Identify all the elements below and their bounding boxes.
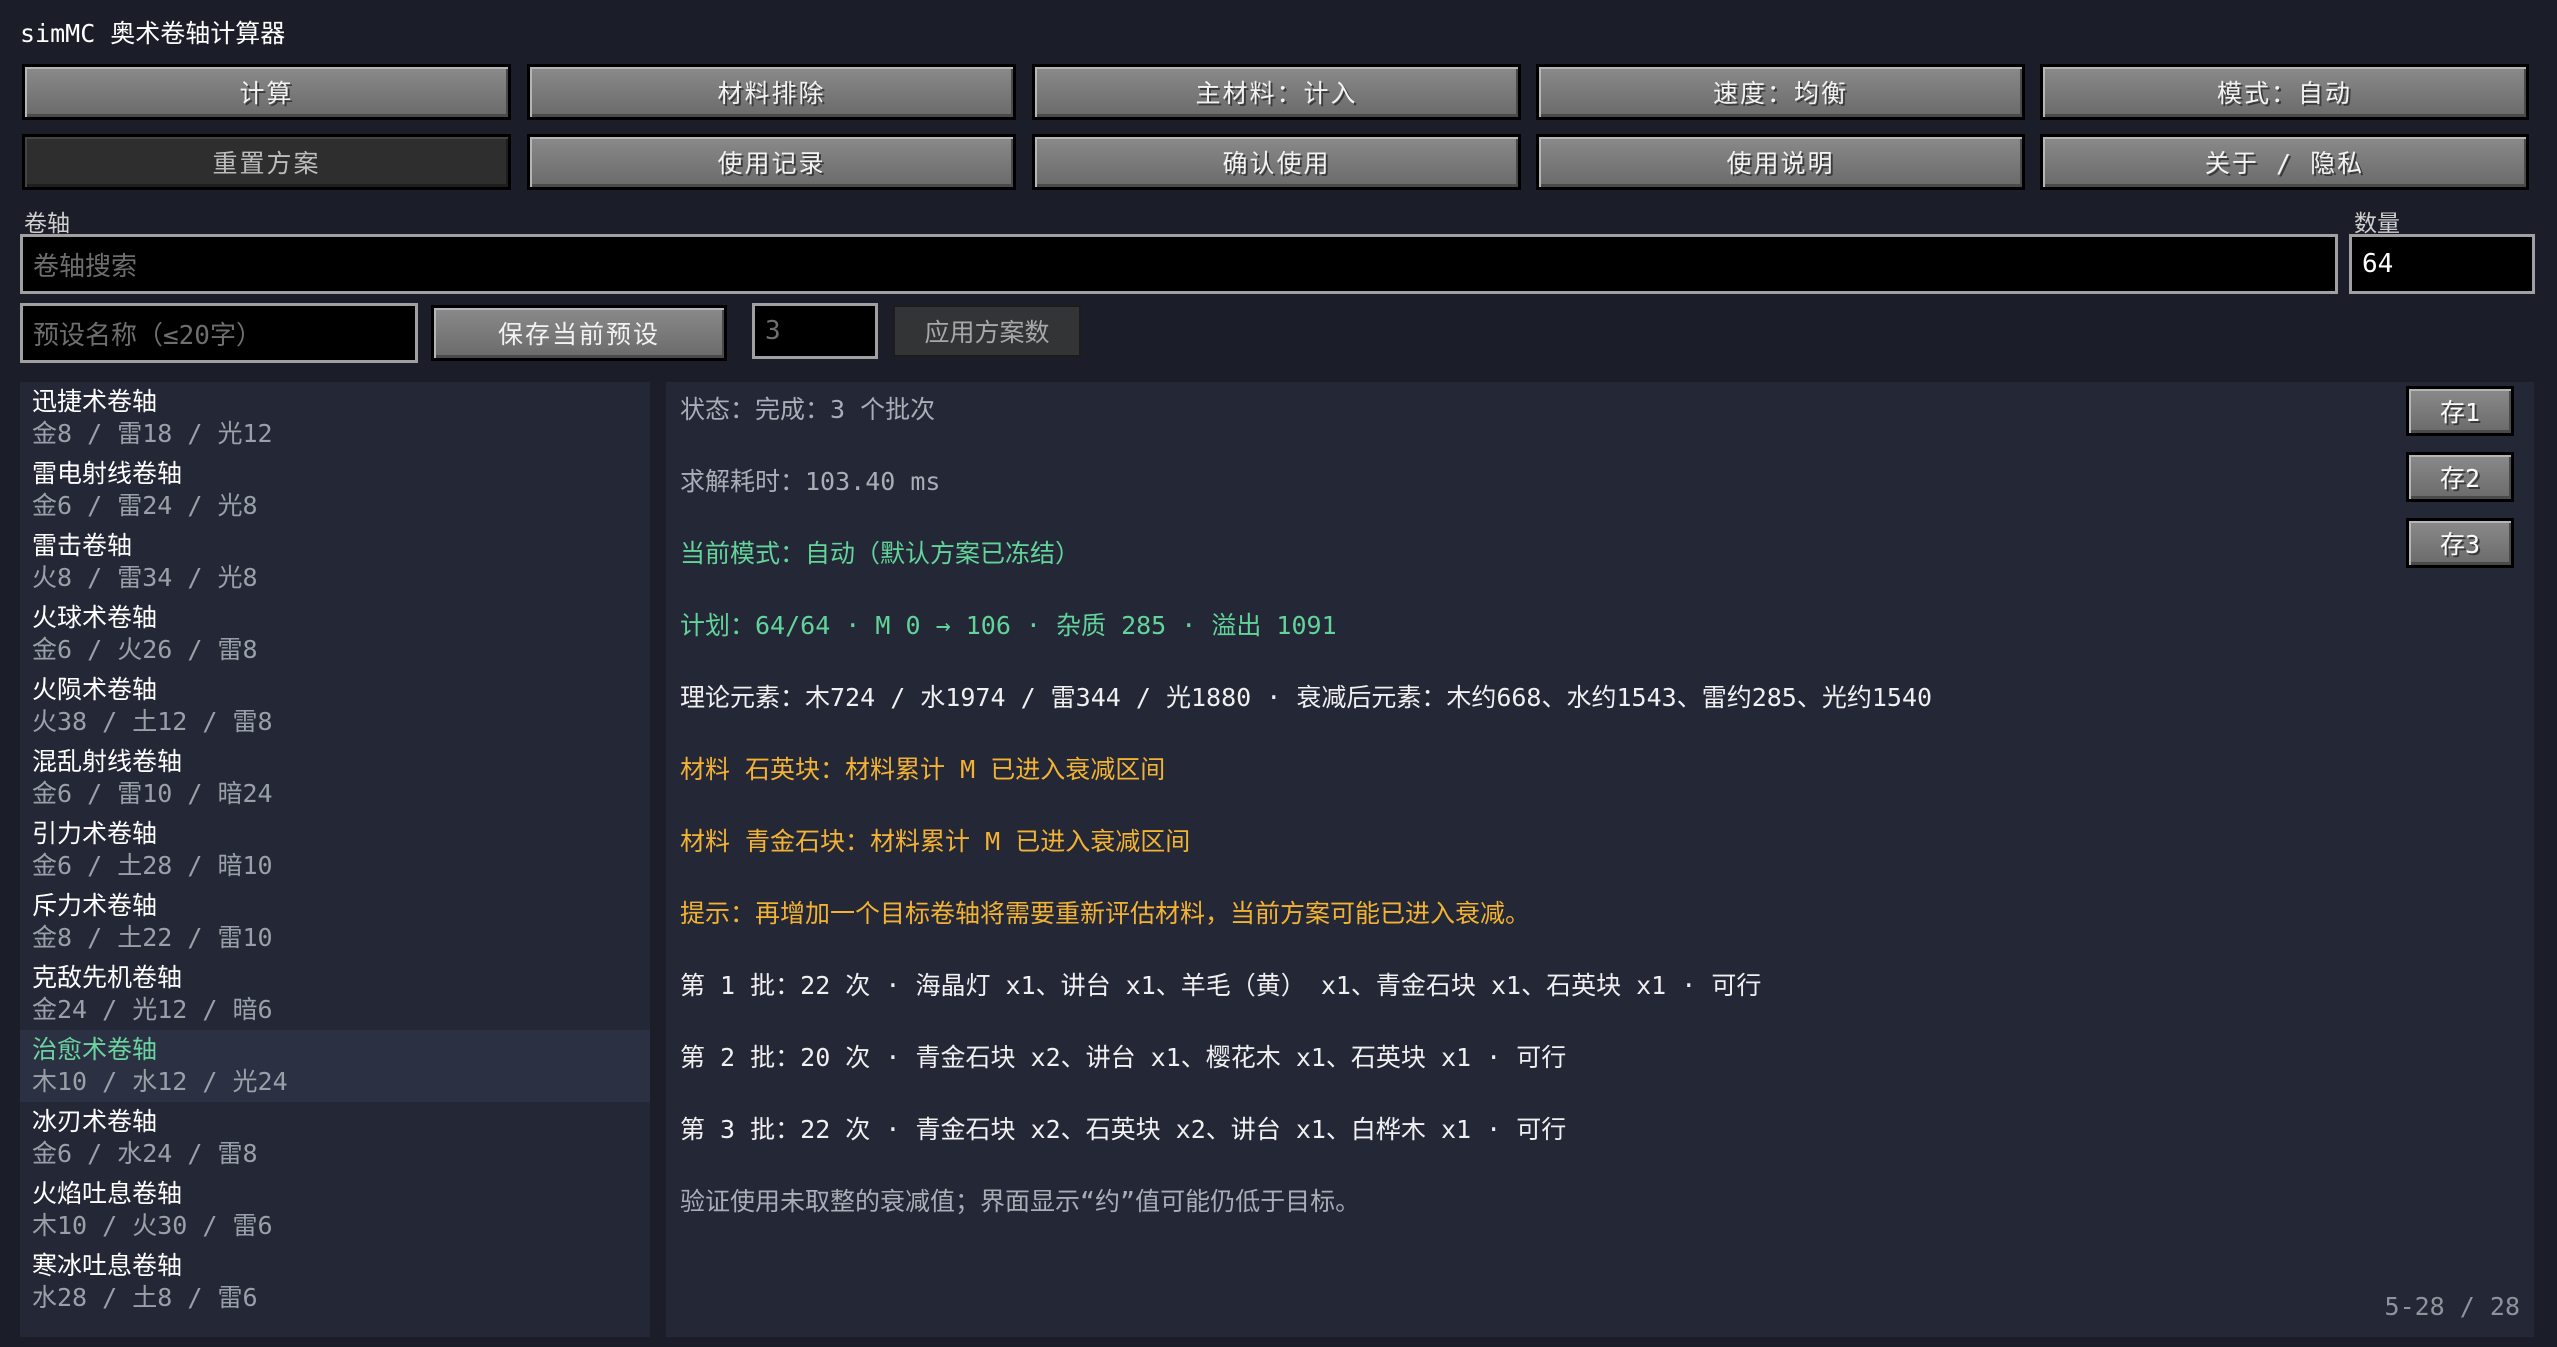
scroll-list-item[interactable]: 混乱射线卷轴金6 / 雷10 / 暗24 [20, 742, 650, 814]
scroll-elements: 金24 / 光12 / 暗6 [32, 995, 273, 1024]
scroll-search-label: 卷轴 [24, 211, 70, 237]
search-placeholder: 卷轴搜索 [33, 251, 138, 282]
instructions-button[interactable]: 使用说明 [1536, 134, 2025, 190]
preset-name-placeholder: 预设名称（≤20字） [33, 320, 262, 351]
plan-count-input[interactable]: 3 [752, 303, 878, 359]
result-line: 状态：完成：3 个批次 [680, 395, 936, 424]
result-line: 提示：再增加一个目标卷轴将需要重新评估材料，当前方案可能已进入衰减。 [680, 899, 1531, 928]
scroll-elements: 火38 / 土12 / 雷8 [32, 707, 273, 736]
save-slot-3-button[interactable]: 存3 [2406, 518, 2514, 568]
scroll-name: 迅捷术卷轴 [32, 387, 158, 416]
scroll-name: 寒冰吐息卷轴 [32, 1251, 183, 1280]
scroll-name: 引力术卷轴 [32, 819, 158, 848]
scroll-list-item[interactable]: 治愈术卷轴木10 / 水12 / 光24 [20, 1030, 650, 1102]
scroll-name: 火球术卷轴 [32, 603, 158, 632]
scroll-search-input[interactable]: 卷轴搜索 [20, 234, 2338, 294]
result-line: 第 3 批：22 次 · 青金石块 x2、石英块 x2、讲台 x1、白桦木 x1… [680, 1115, 1567, 1144]
scroll-name: 冰刃术卷轴 [32, 1107, 158, 1136]
app-title: simMC 奥术卷轴计算器 [20, 19, 286, 48]
result-panel: 存1 存2 存3 5-28 / 28 状态：完成：3 个批次 求解耗时：103.4… [666, 382, 2534, 1337]
mode-button[interactable]: 模式：自动 [2040, 64, 2529, 120]
scroll-elements: 金8 / 雷18 / 光12 [32, 419, 273, 448]
scroll-list-item[interactable]: 火焰吐息卷轴木10 / 火30 / 雷6 [20, 1174, 650, 1246]
scroll-list-item[interactable]: 冰刃术卷轴金6 / 水24 / 雷8 [20, 1102, 650, 1174]
preset-name-input[interactable]: 预设名称（≤20字） [20, 303, 418, 363]
scroll-name: 克敌先机卷轴 [32, 963, 183, 992]
scroll-list-item[interactable]: 引力术卷轴金6 / 土28 / 暗10 [20, 814, 650, 886]
usage-history-button[interactable]: 使用记录 [527, 134, 1016, 190]
save-slot-2-button[interactable]: 存2 [2406, 452, 2514, 502]
scroll-elements: 金6 / 雷24 / 光8 [32, 491, 258, 520]
result-line: 材料 青金石块：材料累计 M 已进入衰减区间 [680, 827, 1191, 856]
scroll-elements: 金6 / 火26 / 雷8 [32, 635, 258, 664]
about-privacy-button[interactable]: 关于 / 隐私 [2040, 134, 2529, 190]
main-material-button[interactable]: 主材料：计入 [1032, 64, 1521, 120]
scroll-elements: 木10 / 火30 / 雷6 [32, 1211, 273, 1240]
scroll-elements: 金6 / 水24 / 雷8 [32, 1139, 258, 1168]
quantity-value: 64 [2362, 249, 2394, 279]
result-line: 理论元素：木724 / 水1974 / 雷344 / 光1880 · 衰减后元素… [680, 683, 1933, 712]
result-line: 第 2 批：20 次 · 青金石块 x2、讲台 x1、樱花木 x1、石英块 x1… [680, 1043, 1567, 1072]
scroll-elements: 金8 / 土22 / 雷10 [32, 923, 273, 952]
result-line: 求解耗时：103.40 ms [680, 467, 941, 496]
scroll-list-item[interactable]: 火陨术卷轴火38 / 土12 / 雷8 [20, 670, 650, 742]
scroll-list[interactable]: 迅捷术卷轴 金8 / 雷18 / 光12 雷电射线卷轴 金6 / 雷24 / 光8 雷击… [20, 382, 650, 1337]
reset-plan-button[interactable]: 重置方案 [22, 134, 511, 190]
scroll-name: 雷击卷轴 [32, 531, 133, 560]
page-indicator: 5-28 / 28 [2384, 1292, 2520, 1321]
scroll-list-item[interactable]: 克敌先机卷轴金24 / 光12 / 暗6 [20, 958, 650, 1030]
scroll-list-item[interactable]: 斥力术卷轴金8 / 土22 / 雷10 [20, 886, 650, 958]
scroll-elements: 木10 / 水12 / 光24 [32, 1067, 288, 1096]
scroll-elements: 金6 / 土28 / 暗10 [32, 851, 273, 880]
result-line: 第 1 批：22 次 · 海晶灯 x1、讲台 x1、羊毛（黄） x1、青金石块 … [680, 971, 1762, 1000]
confirm-use-button[interactable]: 确认使用 [1032, 134, 1521, 190]
scroll-list-item[interactable]: 雷电射线卷轴金6 / 雷24 / 光8 [20, 454, 650, 526]
calculate-button[interactable]: 计算 [22, 64, 511, 120]
scroll-list-item[interactable]: 迅捷术卷轴金8 / 雷18 / 光12 [20, 382, 650, 454]
plan-count-placeholder: 3 [765, 316, 781, 346]
scroll-name: 雷电射线卷轴 [32, 459, 183, 488]
save-preset-button[interactable]: 保存当前预设 [431, 305, 727, 361]
apply-plan-count-button[interactable]: 应用方案数 [893, 305, 1081, 357]
scroll-name: 火陨术卷轴 [32, 675, 158, 704]
material-exclude-button[interactable]: 材料排除 [527, 64, 1016, 120]
result-line: 材料 石英块：材料累计 M 已进入衰减区间 [680, 755, 1166, 784]
speed-button[interactable]: 速度：均衡 [1536, 64, 2025, 120]
scroll-list-item[interactable]: 火球术卷轴金6 / 火26 / 雷8 [20, 598, 650, 670]
result-line: 当前模式：自动（默认方案已冻结） [680, 539, 1081, 568]
scroll-elements: 火8 / 雷34 / 光8 [32, 563, 258, 592]
scroll-elements: 金6 / 雷10 / 暗24 [32, 779, 273, 808]
scroll-elements: 水28 / 土8 / 雷6 [32, 1283, 258, 1312]
scroll-list-item[interactable]: 寒冰吐息卷轴水28 / 土8 / 雷6 [20, 1246, 650, 1318]
result-line: 验证使用未取整的衰减值；界面显示“约”值可能仍低于目标。 [680, 1187, 1361, 1216]
scroll-name: 治愈术卷轴 [32, 1035, 158, 1064]
scroll-list-item[interactable]: 雷击卷轴火8 / 雷34 / 光8 [20, 526, 650, 598]
result-line: 计划：64/64 · M 0 → 106 · 杂质 285 · 溢出 1091 [680, 611, 1337, 640]
scroll-name: 混乱射线卷轴 [32, 747, 183, 776]
quantity-label: 数量 [2354, 211, 2400, 237]
save-slot-1-button[interactable]: 存1 [2406, 386, 2514, 436]
scroll-name: 斥力术卷轴 [32, 891, 158, 920]
scroll-name: 火焰吐息卷轴 [32, 1179, 183, 1208]
quantity-input[interactable]: 64 [2349, 234, 2535, 294]
